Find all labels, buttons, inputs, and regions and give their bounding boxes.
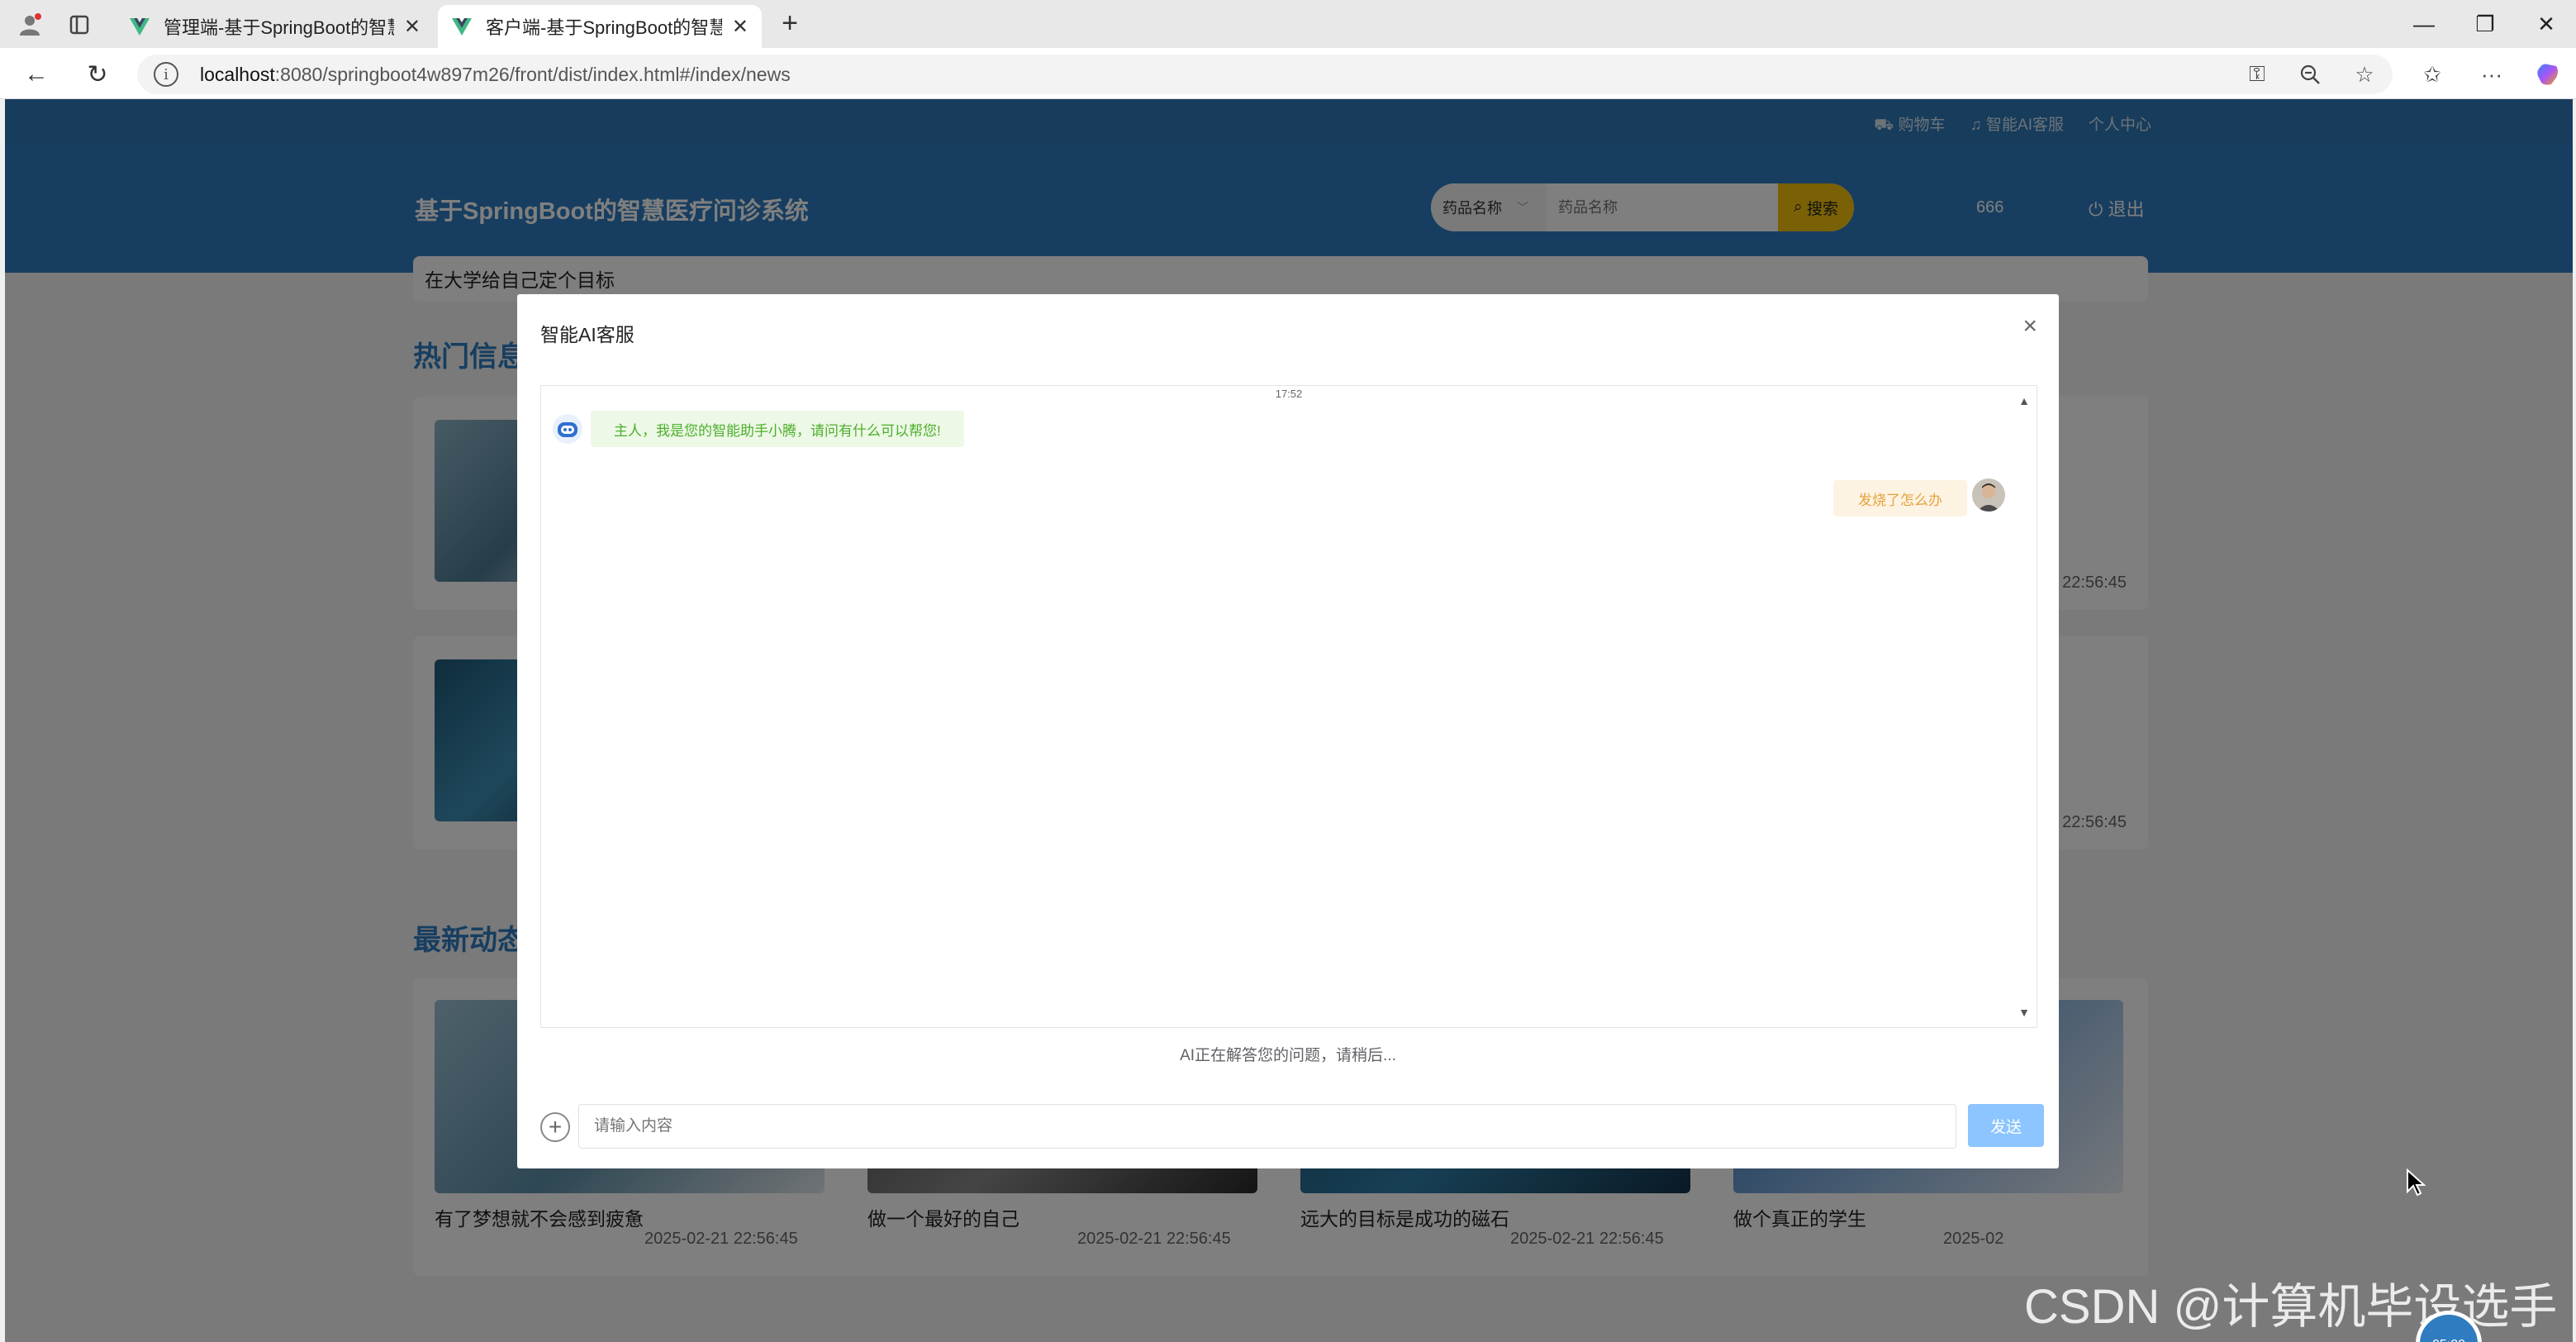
mouse-cursor-icon: [2407, 1168, 2426, 1197]
vue-logo-icon: [452, 18, 472, 36]
send-button[interactable]: 发送: [1968, 1104, 2044, 1147]
close-icon[interactable]: ✕: [732, 15, 749, 39]
favorites-list-icon[interactable]: ✩: [2416, 58, 2449, 91]
ai-status-text: AI正在解答您的问题，请稍后...: [1180, 1047, 1396, 1064]
scroll-down-icon[interactable]: ▼: [2018, 1006, 2030, 1019]
plus-icon[interactable]: +: [540, 1112, 570, 1142]
refresh-icon[interactable]: ↻: [79, 56, 116, 93]
chat-input[interactable]: [578, 1104, 1956, 1149]
address-bar[interactable]: i localhost:8080/springboot4w897m26/fron…: [137, 55, 2393, 94]
user-message: 发烧了怎么办: [1833, 480, 1967, 516]
bot-message: 主人，我是您的智能助手小腾，请问有什么可以帮您!: [591, 411, 964, 447]
tab-actions-icon[interactable]: [63, 8, 96, 41]
message-time: 17:52: [1275, 388, 1303, 400]
close-icon[interactable]: ✕: [404, 15, 421, 39]
url-text: localhost:8080/springboot4w897m26/front/…: [200, 63, 791, 85]
more-options-icon[interactable]: ···: [2475, 58, 2508, 91]
profile-icon[interactable]: [13, 8, 46, 41]
tab-title: 管理端-基于SpringBoot的智慧医疗: [164, 17, 394, 38]
tab-title: 客户端-基于SpringBoot的智慧医疗: [486, 17, 722, 38]
new-tab-button[interactable]: +: [773, 7, 806, 40]
tab-client[interactable]: 客户端-基于SpringBoot的智慧医疗 ✕: [438, 5, 762, 48]
ai-chat-dialog: 智能AI客服 × 17:52 ▲ ▼ 主人，我是您的智能助手小腾，请问有什么可以…: [517, 294, 2059, 1168]
close-icon[interactable]: ×: [2022, 312, 2037, 340]
dialog-title: 智能AI客服: [540, 324, 634, 345]
key-icon[interactable]: ⚿: [2241, 58, 2274, 91]
user-avatar: [1972, 478, 2005, 512]
back-arrow-icon[interactable]: ←: [18, 56, 55, 93]
restore-icon[interactable]: ❐: [2460, 3, 2510, 45]
minimize-icon[interactable]: —: [2399, 3, 2449, 45]
scroll-up-icon[interactable]: ▲: [2018, 394, 2030, 407]
copilot-icon[interactable]: [2531, 58, 2564, 91]
browser-toolbar: ← ↻ i localhost:8080/springboot4w897m26/…: [0, 48, 2576, 99]
vue-logo-icon: [130, 18, 150, 36]
chat-messages[interactable]: 17:52 ▲ ▼ 主人，我是您的智能助手小腾，请问有什么可以帮您! 发烧了怎么…: [540, 385, 2037, 1028]
favorite-star-icon[interactable]: ☆: [2348, 58, 2381, 91]
window-close-icon[interactable]: ✕: [2521, 3, 2571, 45]
bot-avatar: [553, 414, 582, 444]
browser-tab-bar: 管理端-基于SpringBoot的智慧医疗 ✕ 客户端-基于SpringBoot…: [0, 0, 2576, 48]
zoom-out-icon[interactable]: [2293, 58, 2326, 91]
site-info-icon[interactable]: i: [154, 62, 178, 87]
tab-admin[interactable]: 管理端-基于SpringBoot的智慧医疗 ✕: [116, 5, 434, 48]
